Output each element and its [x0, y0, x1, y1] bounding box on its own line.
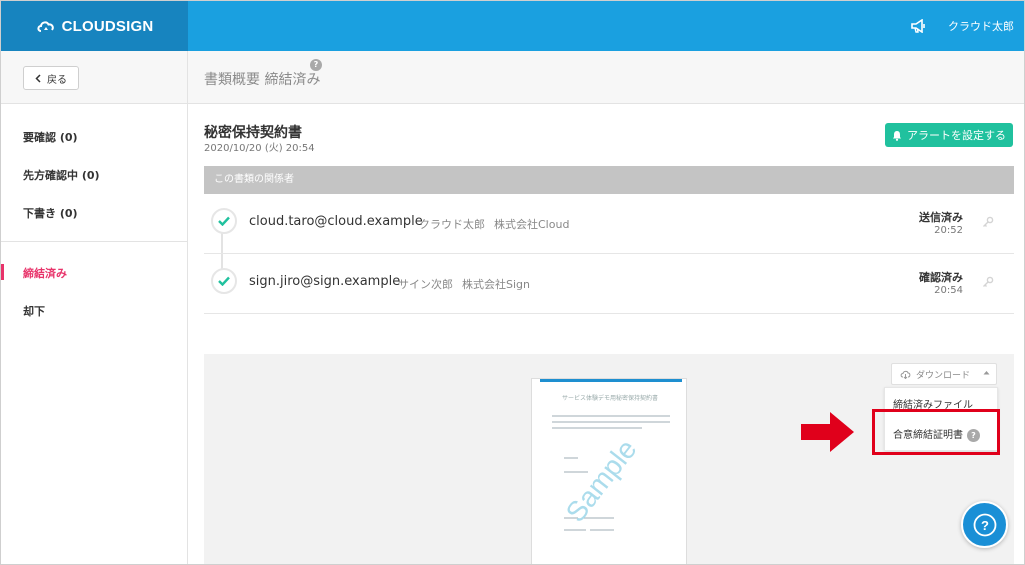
thumbnail-text-line	[564, 457, 578, 459]
back-label: 戻る	[47, 74, 67, 86]
page-title: 書類概要 締結済み	[204, 72, 321, 88]
completed-check	[211, 208, 237, 234]
thumbnail-text-line	[564, 471, 588, 473]
document-date: 2020/10/20 (火) 20:54	[204, 143, 315, 154]
sidebar-item-label: 下書き	[23, 207, 56, 220]
sidebar-divider	[1, 241, 187, 242]
cloud-download-icon	[900, 370, 911, 379]
sidebar-item-count: (0)	[81, 169, 100, 182]
sub-header-left: 戻る	[1, 51, 188, 104]
download-label: ダウンロード	[916, 370, 971, 381]
party-time: 20:54	[934, 285, 963, 296]
set-alert-button[interactable]: アラートを設定する	[885, 123, 1013, 147]
thumbnail-accent-bar	[540, 379, 682, 382]
red-arrow-icon	[801, 412, 854, 452]
app-window: CLOUDSIGN クラウド太郎 戻る 書類概要 締結済み ? 要確認 (0)	[0, 0, 1025, 565]
caret-up-icon	[983, 371, 990, 375]
sidebar-item-label: 要確認	[23, 131, 56, 144]
cloud-logo-icon	[36, 21, 54, 32]
thumbnail-text-line	[552, 415, 670, 417]
party-status: 確認済み	[919, 271, 963, 284]
party-email: cloud.taro@cloud.example	[249, 214, 423, 229]
party-name: クラウド太郎	[419, 218, 485, 231]
set-alert-label: アラートを設定する	[907, 129, 1006, 142]
sidebar-item-label: 先方確認中	[23, 169, 78, 182]
thumbnail-title: サービス体験デモ用秘密保持契約書	[561, 395, 658, 402]
sidebar-item-count: (0)	[59, 131, 78, 144]
sub-header: 戻る 書類概要 締結済み ?	[1, 51, 1024, 104]
sidebar-item-count: (0)	[59, 207, 78, 220]
download-button[interactable]: ダウンロード	[891, 363, 997, 385]
party-status: 送信済み	[919, 211, 963, 224]
help-fab-button[interactable]: ?	[961, 501, 1008, 548]
thumbnail-text-line	[552, 427, 642, 429]
help-fab-mark: ?	[981, 518, 989, 533]
parties-section-header: この書類の関係者	[204, 166, 1014, 194]
brand-name: CLOUDSIGN	[61, 17, 154, 35]
header-right: クラウド太郎	[910, 1, 1014, 51]
key-icon[interactable]	[982, 216, 994, 228]
party-company: 株式会社Sign	[462, 278, 530, 291]
sidebar: 要確認 (0) 先方確認中 (0) 下書き (0) 締結済み 却下	[1, 104, 188, 564]
sidebar-item-drafts[interactable]: 下書き (0)	[23, 205, 78, 221]
sidebar-item-rejected[interactable]: 却下	[23, 303, 45, 319]
sidebar-item-label: 却下	[23, 305, 45, 318]
party-row: sign.jiro@sign.example サイン次郎 株式会社Sign 確認…	[204, 254, 1014, 314]
thumbnail-text-line	[590, 529, 614, 531]
party-email: sign.jiro@sign.example	[249, 274, 401, 289]
sidebar-item-needs-review[interactable]: 要確認 (0)	[23, 129, 78, 145]
help-icon[interactable]: ?	[310, 59, 322, 71]
party-time: 20:52	[934, 225, 963, 236]
active-indicator	[1, 264, 4, 280]
chevron-left-icon	[35, 73, 41, 83]
party-row: cloud.taro@cloud.example クラウド太郎 株式会社Clou…	[204, 194, 1014, 254]
key-icon[interactable]	[982, 276, 994, 288]
sample-watermark: Sample	[559, 433, 643, 528]
back-button[interactable]: 戻る	[23, 66, 79, 90]
party-company: 株式会社Cloud	[494, 218, 570, 231]
user-name[interactable]: クラウド太郎	[948, 18, 1014, 34]
document-preview-area: サービス体験デモ用秘密保持契約書 Sample ダウンロード 締結済みファイル …	[204, 354, 1014, 564]
thumbnail-text-line	[552, 421, 670, 423]
checkmark-icon	[218, 216, 230, 226]
party-name: サイン次郎	[398, 278, 453, 291]
checkmark-icon	[218, 276, 230, 286]
thumbnail-text-line	[564, 529, 586, 531]
bell-icon	[893, 130, 901, 141]
document-thumbnail[interactable]: サービス体験デモ用秘密保持契約書 Sample	[531, 378, 687, 564]
megaphone-icon[interactable]	[910, 19, 926, 33]
question-circle-icon: ?	[973, 513, 996, 536]
sidebar-item-concluded[interactable]: 締結済み	[23, 265, 67, 281]
brand-logo[interactable]: CLOUDSIGN	[1, 1, 188, 51]
top-header: CLOUDSIGN クラウド太郎	[1, 1, 1024, 51]
highlight-box	[872, 409, 1000, 455]
sidebar-item-awaiting-other-party[interactable]: 先方確認中 (0)	[23, 167, 100, 183]
sidebar-item-label: 締結済み	[23, 267, 67, 280]
completed-check	[211, 268, 237, 294]
